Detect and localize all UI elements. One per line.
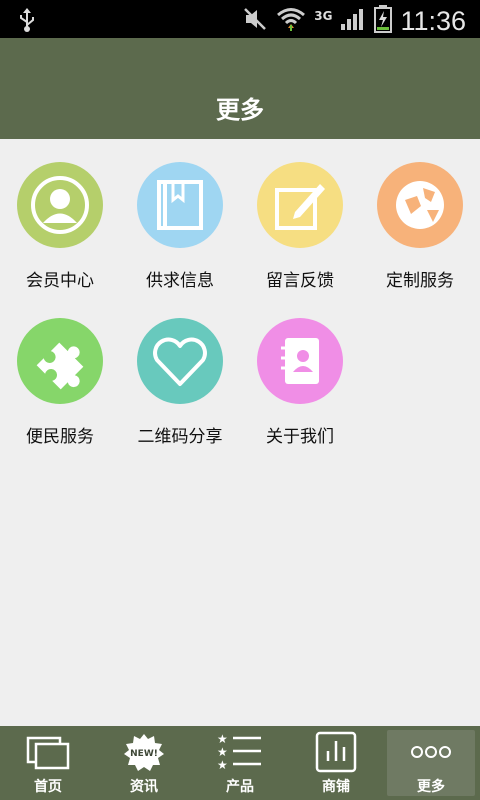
heart-icon: [137, 318, 223, 404]
tile-supply-demand[interactable]: 供求信息: [120, 162, 240, 291]
tab-label: 商铺: [322, 779, 350, 795]
tab-home[interactable]: 首页: [0, 726, 96, 800]
tile-label: 二维码分享: [137, 427, 223, 447]
signal-icon: [340, 7, 366, 35]
tile-label: 会员中心: [26, 271, 94, 291]
tab-shops[interactable]: 商铺: [288, 726, 384, 800]
tile-custom-service[interactable]: 定制服务: [360, 162, 480, 291]
puzzle-icon: [17, 318, 103, 404]
tab-news[interactable]: NEW! 资讯: [96, 726, 192, 800]
tile-convenience-service[interactable]: 便民服务: [0, 318, 120, 447]
contact-book-icon: [257, 318, 343, 404]
tab-label: 产品: [226, 779, 254, 795]
svg-text:★: ★: [217, 732, 228, 746]
globe-icon: [377, 162, 463, 248]
tile-label: 关于我们: [266, 427, 334, 447]
wifi-icon: [276, 6, 306, 36]
tab-products[interactable]: ★ ★ ★ 产品: [192, 726, 288, 800]
tile-label: 定制服务: [386, 271, 454, 291]
tab-label: 资讯: [130, 779, 158, 795]
tile-label: 供求信息: [146, 271, 214, 291]
status-time: 11:36: [400, 6, 466, 36]
tab-label: 更多: [417, 779, 445, 795]
mute-icon: [242, 6, 268, 36]
battery-charging-icon: [374, 5, 393, 37]
status-bar: 3G 11:36: [0, 0, 480, 38]
bar-chart-icon: [288, 731, 384, 773]
tile-qrcode-share[interactable]: 二维码分享: [120, 318, 240, 447]
new-badge-icon: NEW!: [96, 732, 192, 772]
tab-more[interactable]: 更多: [387, 730, 475, 796]
tab-label: 首页: [34, 779, 62, 795]
edit-note-icon: [257, 162, 343, 248]
new-badge-text: NEW!: [130, 749, 158, 759]
svg-text:★: ★: [217, 745, 228, 759]
tile-about-us[interactable]: 关于我们: [240, 318, 360, 447]
tile-member-center[interactable]: 会员中心: [0, 162, 120, 291]
network-type: 3G: [314, 9, 333, 23]
book-icon: [137, 162, 223, 248]
app-header: 更多: [0, 38, 480, 139]
more-icon: [387, 732, 475, 772]
svg-text:★: ★: [217, 758, 228, 772]
list-stars-icon: ★ ★ ★: [192, 732, 288, 772]
tile-label: 便民服务: [26, 427, 94, 447]
tile-label: 留言反馈: [266, 271, 334, 291]
windows-icon: [0, 732, 96, 772]
usb-icon: [16, 7, 38, 37]
member-icon: [17, 162, 103, 248]
tile-feedback[interactable]: 留言反馈: [240, 162, 360, 291]
page-title: 更多: [216, 96, 264, 124]
bottom-tab-bar: 首页 NEW! 资讯 ★ ★ ★ 产品 商铺 更多: [0, 726, 480, 800]
